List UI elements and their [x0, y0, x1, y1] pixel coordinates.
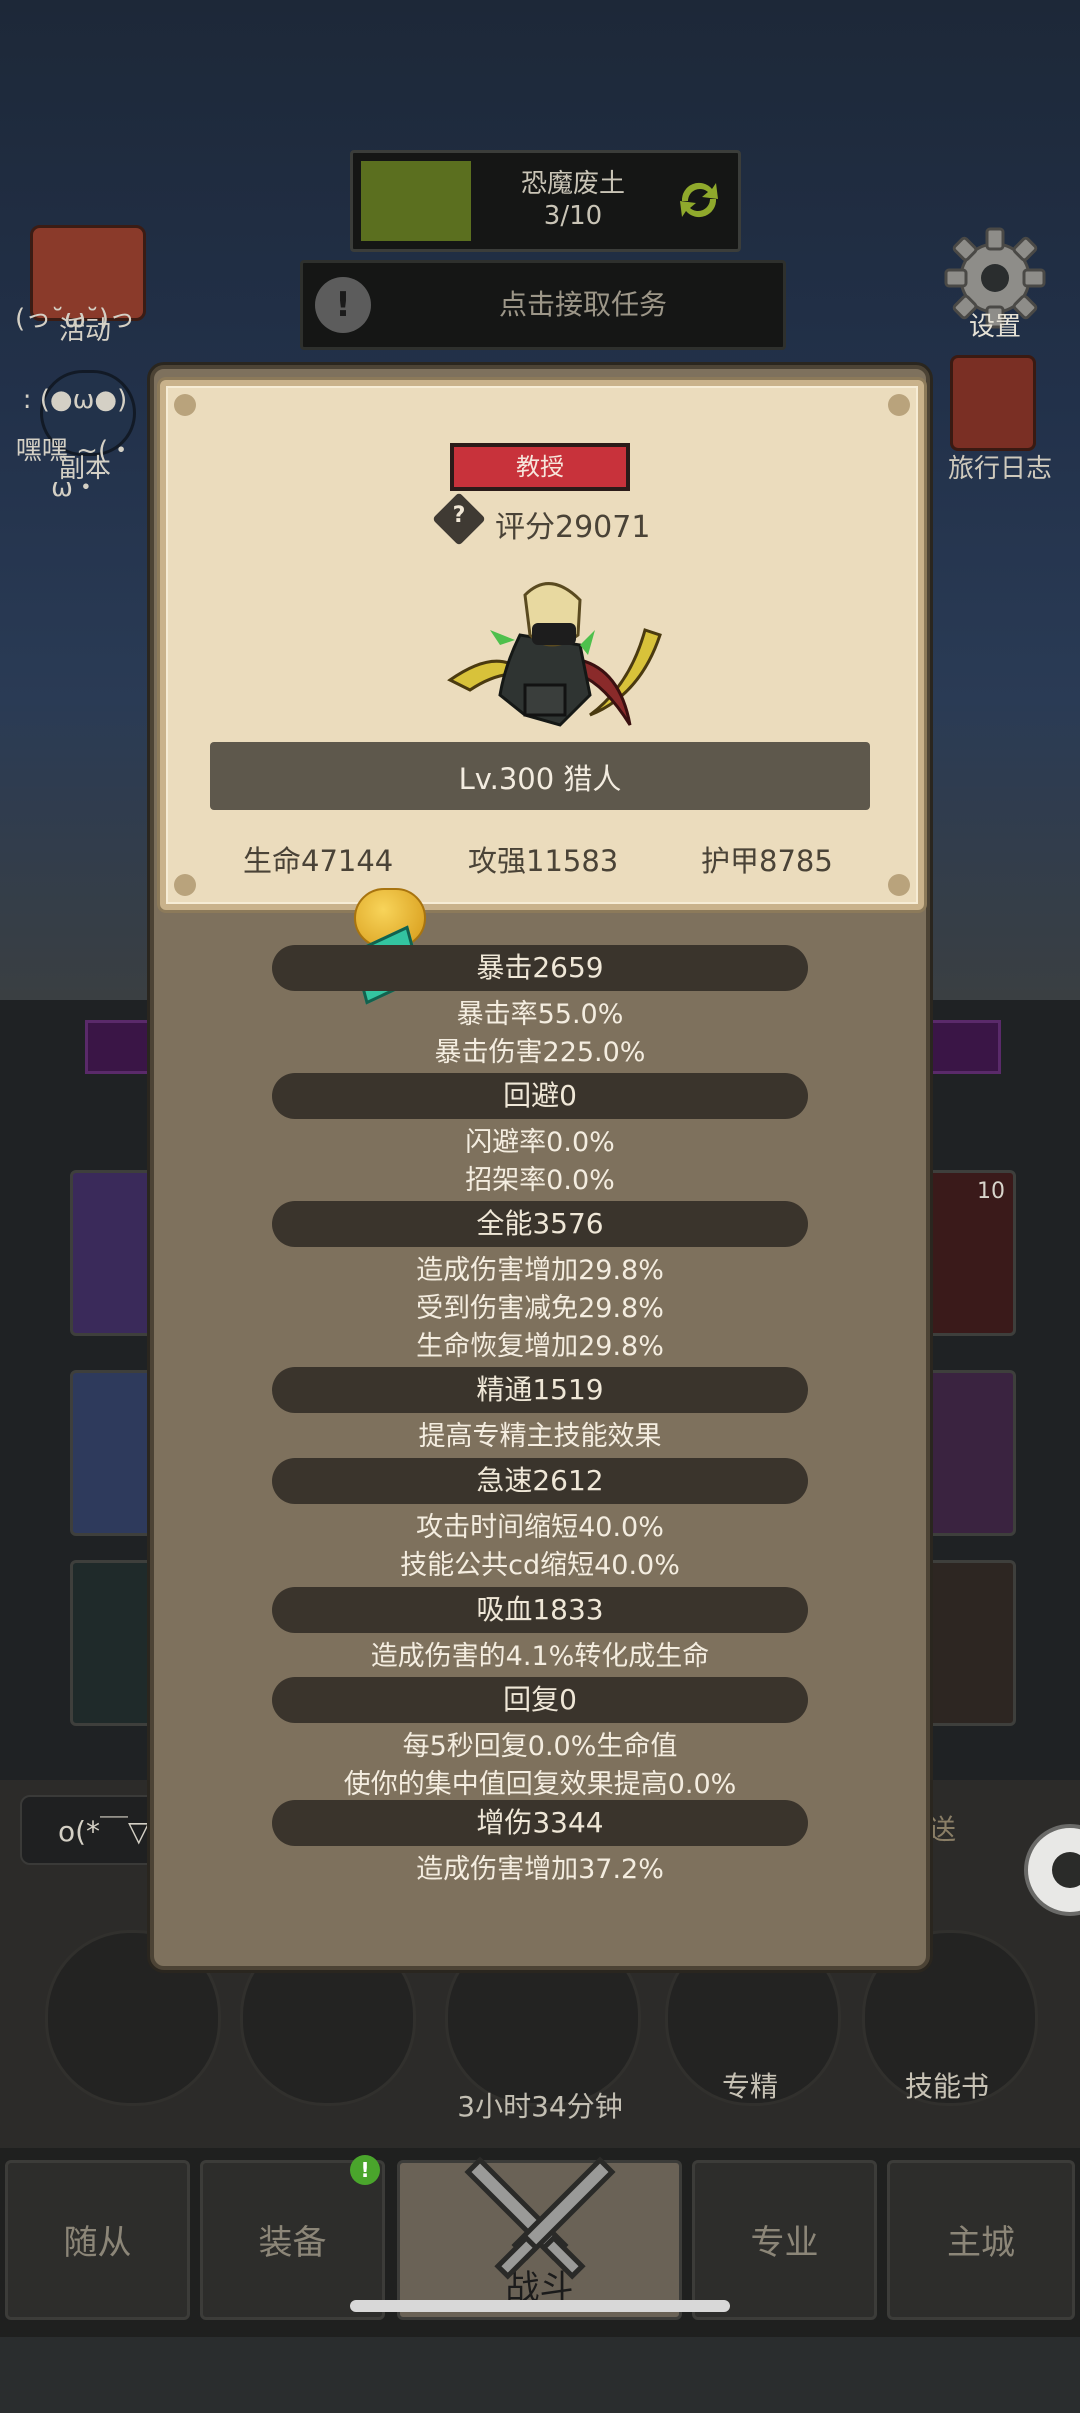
- dungeon-emote: : (●ω●): [22, 385, 128, 415]
- quest-progress-fill: [361, 161, 471, 241]
- hunter-character-sprite: [447, 582, 662, 727]
- settings-label: 设置: [968, 312, 1021, 342]
- travel-log-book-icon[interactable]: [950, 355, 1036, 451]
- stat-detail: 每5秒回复0.0%生命值: [402, 1731, 678, 1762]
- tab-profession[interactable]: 专业: [692, 2160, 877, 2320]
- gear-icon[interactable]: [1010, 1800, 1080, 1940]
- stat-detail: 受到伤害减免29.8%: [416, 1293, 664, 1324]
- character-title-badge: 教授: [450, 443, 630, 491]
- stat-section-crit: 暴击2659: [272, 945, 808, 991]
- hp-stat: 生命47144: [243, 844, 394, 878]
- equipment-slot[interactable]: 10: [925, 1170, 1016, 1336]
- stat-detail: 生命恢复增加29.8%: [416, 1331, 664, 1362]
- slot-count-badge: 10: [977, 1179, 1005, 1204]
- help-icon-glyph: ?: [452, 503, 466, 528]
- home-indicator[interactable]: [350, 2300, 730, 2312]
- quest-name: 恐魔废土: [520, 169, 625, 199]
- stat-detail: 闪避率0.0%: [465, 1127, 615, 1158]
- tab-main-city[interactable]: 主城: [887, 2160, 1075, 2320]
- stat-detail: 攻击时间缩短40.0%: [416, 1512, 664, 1543]
- stat-section-avoidance: 回避0: [272, 1073, 808, 1119]
- card-corner-rivet: [888, 394, 910, 416]
- specialize-label: 专精: [721, 2070, 778, 2103]
- stat-detail: 暴击伤害225.0%: [434, 1037, 646, 1068]
- skillbook-label: 技能书: [904, 2070, 989, 2103]
- level-class-text: Lv.300 猎人: [458, 762, 622, 796]
- stat-detail: 使你的集中值回复效果提高0.0%: [343, 1769, 737, 1800]
- crossed-swords-icon: [464, 2156, 616, 2280]
- stat-detail: 提高专精主技能效果: [418, 1421, 662, 1452]
- stat-section-mastery: 精通1519: [272, 1367, 808, 1413]
- tab-equipment[interactable]: 装备: [200, 2160, 385, 2320]
- stat-section-haste: 急速2612: [272, 1458, 808, 1504]
- stat-detail: 造成伤害增加37.2%: [416, 1854, 664, 1885]
- notification-dot: !: [350, 2155, 380, 2185]
- stat-section-versatility: 全能3576: [272, 1201, 808, 1247]
- travel-log-label: 旅行日志: [947, 454, 1052, 484]
- chest-timer: 3小时34分钟: [457, 2090, 623, 2123]
- character-score: 评分29071: [495, 510, 651, 545]
- equipment-slot[interactable]: [925, 1560, 1016, 1726]
- card-corner-rivet: [174, 394, 196, 416]
- stat-section-leech: 吸血1833: [272, 1587, 808, 1633]
- stat-detail: 造成伤害增加29.8%: [416, 1255, 664, 1286]
- quest-progress-bar[interactable]: 恐魔废土 3/10: [350, 150, 741, 252]
- quest-progress-count: 3/10: [543, 201, 603, 231]
- stat-detail: 招架率0.0%: [465, 1165, 615, 1196]
- stat-detail: 技能公共cd缩短40.0%: [400, 1550, 680, 1581]
- dungeon-label: 副本: [58, 454, 111, 484]
- card-corner-rivet: [174, 874, 196, 896]
- attack-power-stat: 攻强11583: [468, 844, 619, 878]
- equipment-slot[interactable]: [925, 1370, 1016, 1536]
- event-label: 活动: [58, 316, 111, 346]
- stat-section-regen: 回复0: [272, 1677, 808, 1723]
- stat-detail: 暴击率55.0%: [456, 999, 624, 1030]
- accept-task-bar[interactable]: ! 点击接取任务: [300, 260, 786, 350]
- accept-task-label: 点击接取任务: [498, 288, 667, 321]
- refresh-icon[interactable]: [672, 173, 726, 227]
- stat-section-damage-bonus: 增伤3344: [272, 1800, 808, 1846]
- alert-icon: !: [315, 277, 371, 333]
- tab-followers[interactable]: 随从: [5, 2160, 190, 2320]
- armor-stat: 护甲8785: [701, 844, 833, 878]
- card-corner-rivet: [888, 874, 910, 896]
- stat-detail: 造成伤害的4.1%转化成生命: [370, 1641, 710, 1672]
